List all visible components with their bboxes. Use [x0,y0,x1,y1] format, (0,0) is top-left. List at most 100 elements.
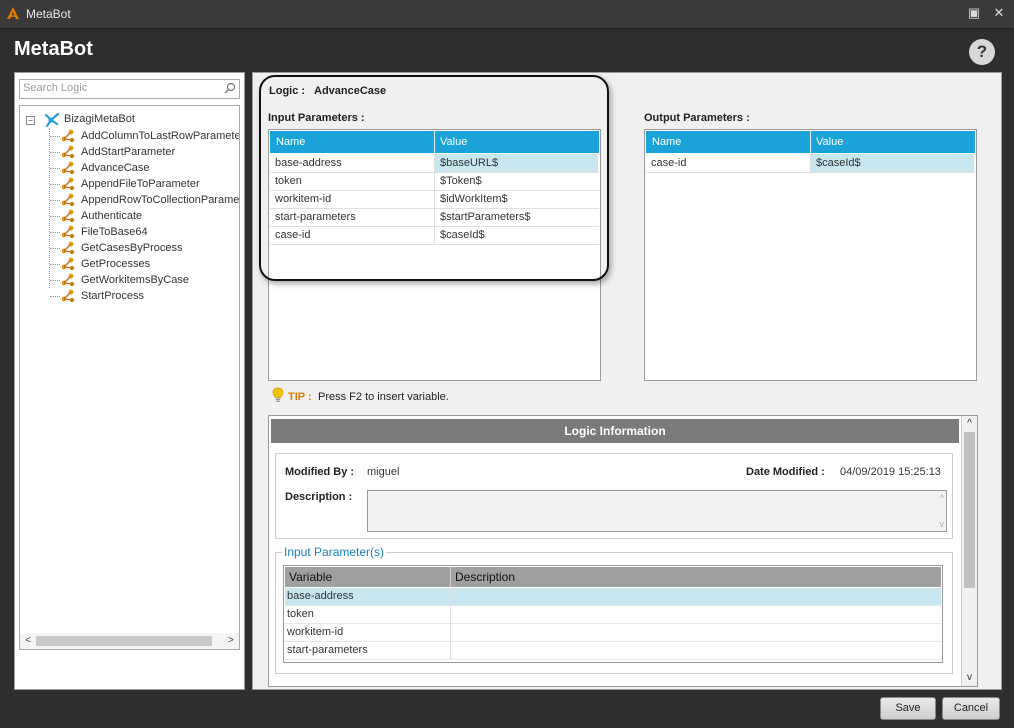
param-name-cell[interactable]: start-parameters [270,208,435,226]
title-bar: MetaBot ▣ ✕ [0,0,1014,29]
description-field[interactable]: ^ v [367,490,947,532]
maximize-button[interactable]: ▣ [966,5,982,21]
logic-icon [61,145,74,158]
tip-label: TIP : [288,391,312,403]
column-divider [450,588,451,605]
logic-information-panel: Logic Information Modified By : miguel D… [268,415,978,687]
tree-item-label: Authenticate [81,210,143,222]
tree-item-label: AddStartParameter [81,146,176,158]
scroll-left-icon[interactable]: < [22,635,34,647]
logic-icon [61,289,74,302]
table-header: Variable Description [285,567,941,587]
param-value-cell[interactable]: $idWorkItem$ [435,190,598,208]
param-name-cell[interactable]: case-id [270,226,435,244]
info-vertical-scrollbar[interactable]: ^ v [961,416,977,686]
input-parameters-fieldset: Input Parameter(s) Variable Description … [275,545,953,674]
table-row[interactable]: start-parameters [285,642,941,660]
tree-horizontal-scrollbar[interactable]: < > [19,633,240,650]
param-value-cell[interactable]: $caseId$ [435,226,598,244]
tree-connector [50,136,60,137]
logic-icon [61,273,74,286]
table-row[interactable]: start-parameters $startParameters$ [270,208,599,227]
tree-connector [50,248,60,249]
save-button[interactable]: Save [880,697,936,720]
scrollbar-thumb[interactable] [964,432,975,588]
column-divider [434,131,435,153]
close-button[interactable]: ✕ [991,5,1007,21]
column-header-value: Value [816,136,844,148]
column-header-name: Name [276,136,306,148]
tree-item-label: GetWorkitemsByCase [81,274,189,286]
table-row[interactable]: base-address $baseURL$ [270,154,599,173]
tree-item-label: AddColumnToLastRowParameter [81,130,240,142]
tree-connector [50,152,60,153]
tree-item-label: AdvanceCase [81,162,150,174]
param-name-cell[interactable]: token [270,172,435,190]
column-header-variable: Variable [289,570,333,584]
column-header-description: Description [455,570,516,584]
logic-icon [61,209,74,222]
table-row[interactable]: token $Token$ [270,172,599,191]
scroll-right-icon[interactable]: > [225,635,237,647]
window-title: MetaBot [26,7,71,21]
search-logic-input[interactable] [20,80,219,96]
tree-connector [50,280,60,281]
tree-connector [50,232,60,233]
table-row[interactable]: token [285,606,941,624]
page-title: MetaBot [14,38,93,60]
table-row[interactable]: workitem-id $idWorkItem$ [270,190,599,209]
grid-header: Name Value [646,131,975,153]
logic-icon [61,193,74,206]
logic-label: Logic : [269,85,306,97]
tree-connector [50,264,60,265]
input-parameters-legend: Input Parameter(s) [282,545,387,559]
table-row[interactable]: case-id $caseId$ [646,154,975,173]
param-value-cell[interactable]: $Token$ [435,172,598,190]
param-name-cell[interactable]: case-id [646,154,811,172]
modified-by-value: miguel [367,466,400,478]
param-value-cell[interactable]: $caseId$ [811,154,974,172]
tree-connector [50,184,60,185]
table-row[interactable]: base-address [285,588,941,606]
column-header-value: Value [440,136,468,148]
tree-item-label: AppendRowToCollectionParameter [81,194,240,206]
variable-cell: start-parameters [287,644,368,656]
logic-name: AdvanceCase [314,85,387,97]
table-row[interactable]: case-id $caseId$ [270,226,599,245]
scrollbar-thumb[interactable] [36,636,212,646]
param-value-cell[interactable]: $baseURL$ [435,154,598,172]
variable-cell: token [287,608,314,620]
search-icon[interactable] [224,82,236,94]
chevron-down-icon[interactable]: v [940,519,945,529]
date-modified-value: 04/09/2019 15:25:13 [840,466,941,478]
logic-tree: − BizagiMetaBot AddColumnToLastRowParame… [19,105,240,635]
output-parameters-title: Output Parameters : [644,112,750,124]
variable-cell: base-address [287,590,354,602]
collapse-icon[interactable]: − [26,116,35,125]
tree-root-label: BizagiMetaBot [64,113,135,125]
grid-header: Name Value [270,131,599,153]
scroll-down-icon[interactable]: v [963,671,976,685]
column-divider [450,642,451,659]
scroll-up-icon[interactable]: ^ [963,417,976,431]
date-modified-label: Date Modified : [746,466,825,478]
search-logic-box [19,79,240,99]
variable-cell: workitem-id [287,626,344,638]
logic-icon [61,241,74,254]
tip-text: Press F2 to insert variable. [318,391,449,403]
logic-icon [61,177,74,190]
param-value-cell[interactable]: $startParameters$ [435,208,598,226]
logic-metadata-box: Modified By : miguel Date Modified : 04/… [275,453,953,539]
help-icon[interactable]: ? [969,39,995,65]
input-parameters-title: Input Parameters : [268,112,365,124]
input-parameters-description-table: Variable Description base-address token … [283,565,943,663]
chevron-up-icon[interactable]: ^ [940,493,944,503]
param-name-cell[interactable]: base-address [270,154,435,172]
table-row[interactable]: workitem-id [285,624,941,642]
bot-icon [44,112,60,128]
lightbulb-icon [272,387,284,402]
input-parameters-grid: Name Value base-address $baseURL$ token … [268,129,601,381]
param-name-cell[interactable]: workitem-id [270,190,435,208]
cancel-button[interactable]: Cancel [942,697,1000,720]
logic-icon [61,129,74,142]
